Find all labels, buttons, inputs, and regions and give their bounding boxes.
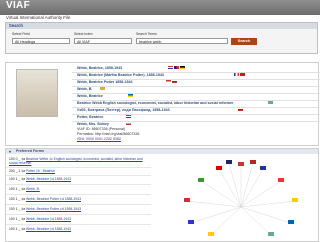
flag-icon[interactable] bbox=[166, 80, 171, 84]
isni-link[interactable]: ISNI: 0000 0001 2282 8382 bbox=[77, 137, 121, 141]
index-select[interactable]: All VIAF bbox=[74, 38, 132, 44]
flag-icon[interactable] bbox=[238, 108, 243, 112]
result-row[interactable]: Webb, Mrs. Sidney bbox=[77, 122, 109, 126]
preferred-row[interactable]: 100 1 _ ‡a Webb, B. bbox=[9, 187, 40, 191]
result-row[interactable]: Potter, Beatrice bbox=[77, 115, 103, 119]
preferred-forms-title[interactable]: ▾ Preferred Forms bbox=[6, 149, 318, 154]
row-divider bbox=[72, 114, 320, 115]
field-select[interactable]: All Headings bbox=[12, 38, 70, 44]
source-flags bbox=[234, 73, 245, 77]
flag-icon[interactable] bbox=[180, 66, 185, 70]
search-panel: Search Select Field Select Index Search … bbox=[5, 22, 318, 54]
preferred-row[interactable]: 100 1 _ ‡a Webb, Beatrice ‡d 1858-1943 bbox=[9, 177, 71, 181]
row-divider bbox=[72, 72, 320, 73]
preferred-row[interactable]: 100 1 _ ‡a Webb, Beatrice ‡d 1858-1943 bbox=[9, 217, 71, 221]
source-flags bbox=[268, 101, 273, 105]
row-divider bbox=[72, 100, 320, 101]
flag-icon[interactable] bbox=[174, 66, 179, 70]
search-button[interactable]: Search bbox=[231, 38, 257, 45]
result-row[interactable]: Уэбб, Беатриса (Поттер), леди Пассфилд, … bbox=[77, 108, 170, 112]
app-subtitle: Virtual International Authority File bbox=[6, 15, 71, 20]
source-network-graph bbox=[184, 160, 298, 236]
flag-icon[interactable] bbox=[100, 87, 105, 91]
preferred-row[interactable]: 100 0 _ ‡a Beatrice Webb ‡c English soci… bbox=[9, 157, 149, 166]
preferred-row[interactable]: 100 1 _ ‡a Webb, Beatrice Potter ‡d 1858… bbox=[9, 207, 81, 211]
search-panel-title: Search bbox=[6, 23, 317, 29]
row-divider bbox=[6, 204, 151, 205]
flag-icon[interactable] bbox=[126, 122, 131, 126]
source-flags bbox=[128, 94, 133, 98]
flag-icon[interactable] bbox=[268, 101, 273, 105]
row-divider bbox=[6, 194, 151, 195]
app-header: VIAF bbox=[0, 0, 320, 15]
source-flags bbox=[166, 80, 177, 84]
row-divider bbox=[6, 214, 151, 215]
results-panel: Webb, Beatrice, 1858-1943 Webb, Beatrice… bbox=[5, 62, 320, 146]
row-divider bbox=[72, 107, 320, 108]
row-divider bbox=[72, 121, 320, 122]
flag-icon[interactable] bbox=[128, 94, 133, 98]
flag-icon[interactable] bbox=[172, 80, 177, 84]
flag-icon[interactable] bbox=[126, 115, 131, 119]
select-field-label: Select Field bbox=[12, 32, 30, 36]
source-flags bbox=[100, 87, 105, 91]
portrait-image bbox=[16, 69, 58, 117]
viaf-id: VIAF ID: 86607336 (Personal) bbox=[77, 127, 126, 131]
result-row[interactable]: Webb, Beatrice (Martha Beatrice Potter),… bbox=[77, 73, 164, 77]
search-terms-label: Search Terms bbox=[136, 32, 157, 36]
preferred-row[interactable]: 200 _ 1 ‡a Potter ‡b , Beatrice bbox=[9, 169, 55, 173]
select-index-label: Select Index bbox=[74, 32, 93, 36]
preferred-row[interactable]: 100 1 _ ‡a Webb, Beatrice ‡d 1858-1943 bbox=[9, 227, 71, 231]
search-terms-input[interactable]: beatrice webb bbox=[136, 38, 228, 44]
viaf-logo[interactable]: VIAF bbox=[6, 0, 30, 11]
row-divider bbox=[6, 175, 151, 176]
flag-icon[interactable] bbox=[240, 73, 245, 77]
row-divider bbox=[6, 224, 151, 225]
row-divider bbox=[6, 184, 151, 185]
result-row[interactable]: Webb, Beatrice bbox=[77, 94, 103, 98]
row-divider bbox=[72, 79, 320, 80]
result-row[interactable]: Beatrice Webb English sociologist, econo… bbox=[77, 101, 234, 105]
source-flags bbox=[238, 108, 243, 112]
source-flags bbox=[126, 115, 131, 119]
row-divider bbox=[72, 93, 320, 94]
row-divider bbox=[6, 167, 151, 168]
preferred-row[interactable]: 100 1 _ ‡a Webb, Beatrice Potter ‡d 1858… bbox=[9, 197, 81, 201]
result-row[interactable]: Webb, B. bbox=[77, 87, 92, 91]
collapse-icon[interactable]: ▾ bbox=[9, 149, 11, 154]
result-row[interactable]: Webb, Beatrice, 1858-1943 bbox=[77, 66, 122, 70]
source-flags bbox=[168, 66, 185, 70]
source-flags bbox=[126, 122, 131, 126]
flag-icon[interactable] bbox=[234, 73, 239, 77]
flag-icon[interactable] bbox=[168, 66, 173, 70]
result-row[interactable]: Webb, Beatrice Potter 1858-1943 bbox=[77, 80, 132, 84]
preferred-forms-panel: ▾ Preferred Forms 100 0 _ ‡a Beatrice We… bbox=[5, 148, 319, 242]
permalink[interactable]: Permalink: http://viaf.org/viaf/86607336 bbox=[77, 132, 139, 136]
graph-spokes bbox=[186, 162, 296, 236]
row-divider bbox=[72, 86, 320, 87]
